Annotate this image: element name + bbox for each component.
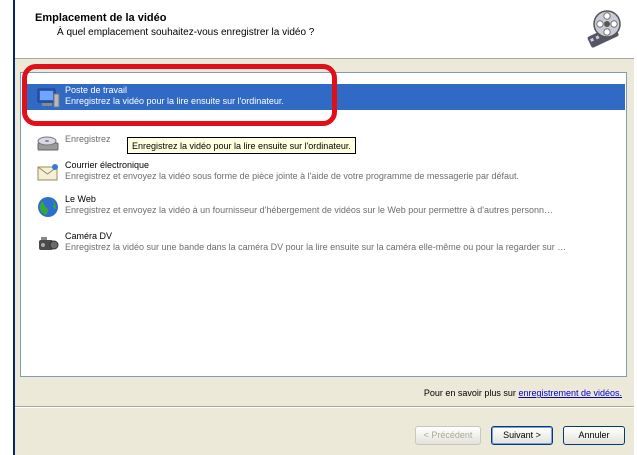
page-title: Emplacement de la vidéo xyxy=(35,12,167,24)
option-description: Enregistrez et envoyez la vidéo sous for… xyxy=(65,171,519,181)
option-courrier-electronique[interactable]: Courrier électronique Enregistrez et env… xyxy=(22,159,625,185)
annotation-highlight-ring xyxy=(22,64,337,126)
learn-more: Pour en savoir plus sur enregistrement d… xyxy=(424,388,622,398)
wizard-header: Emplacement de la vidéo À quel emplaceme… xyxy=(15,0,634,59)
learn-more-link[interactable]: enregistrement de vidéos. xyxy=(518,388,622,398)
back-button[interactable]: < Précédent xyxy=(415,426,481,445)
page-subtitle: À quel emplacement souhaitez-vous enregi… xyxy=(57,27,315,38)
option-description: Enregistrez la vidéo sur une bande dans … xyxy=(65,242,567,252)
option-description: Enregistrez xyxy=(65,134,111,144)
cd-drive-icon xyxy=(37,136,59,151)
cancel-button[interactable]: Annuler xyxy=(563,426,625,445)
option-le-web[interactable]: Le Web Enregistrez et envoyez la vidéo à… xyxy=(22,193,625,219)
option-camera-dv[interactable]: Caméra DV Enregistrez la vidéo sur une b… xyxy=(22,230,625,256)
option-title: Le Web xyxy=(65,194,96,204)
option-description: Enregistrez et envoyez la vidéo à un fou… xyxy=(65,205,554,215)
option-title: Caméra DV xyxy=(65,231,113,241)
footer-divider xyxy=(15,406,634,408)
camcorder-icon xyxy=(39,237,59,250)
tooltip: Enregistrez la vidéo pour la lire ensuit… xyxy=(127,137,356,154)
film-reel-icon xyxy=(587,10,621,48)
option-title: Courrier électronique xyxy=(65,160,150,170)
next-button[interactable]: Suivant > xyxy=(491,426,553,445)
globe-icon xyxy=(38,197,58,217)
learn-more-text: Pour en savoir plus sur xyxy=(423,388,519,398)
email-icon xyxy=(37,164,58,181)
